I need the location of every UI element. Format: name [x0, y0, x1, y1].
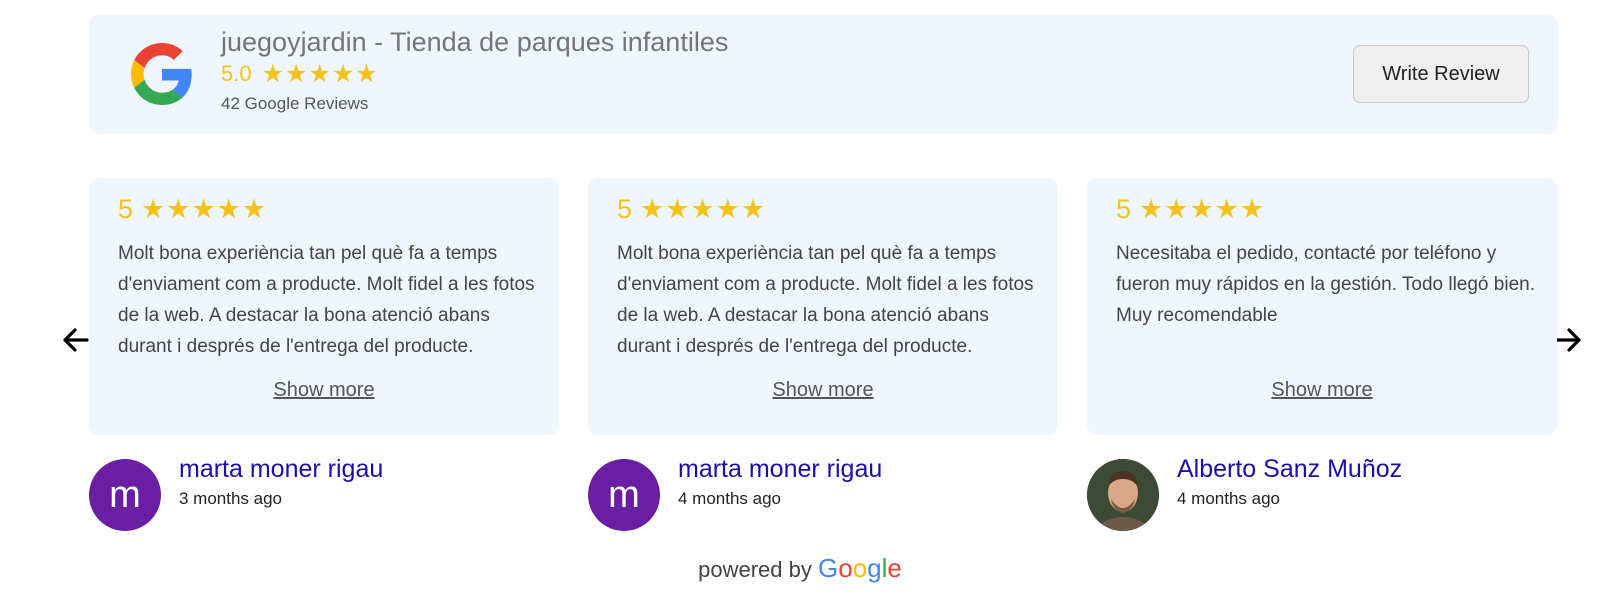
review-rating-value: 5	[1116, 194, 1132, 224]
google-wordmark: Google	[818, 553, 902, 583]
author-name-link[interactable]: marta moner rigau	[678, 455, 882, 484]
review-date: 4 months ago	[678, 489, 782, 508]
review-date: 4 months ago	[1177, 489, 1281, 508]
review-rating: 5 ★★★★★	[118, 194, 267, 225]
review-text: Necesitaba el pedido, contacté por teléf…	[1116, 243, 1535, 326]
show-more-link[interactable]: Show more	[89, 379, 559, 402]
google-letter: e	[887, 553, 902, 583]
powered-by-google: powered by Google	[0, 553, 1600, 584]
powered-by-text: powered by	[698, 557, 812, 582]
carousel-prev-button[interactable]	[57, 322, 93, 358]
overall-rating: 5.0 ★★★★★	[221, 61, 379, 87]
review-author: m marta moner rigau 3 months ago	[89, 455, 559, 533]
arrow-left-icon	[63, 328, 89, 352]
arrow-right-icon	[1555, 328, 1581, 352]
review-card: 5 ★★★★★ Necesitaba el pedido, contacté p…	[1087, 178, 1557, 435]
google-letter: o	[838, 553, 853, 583]
google-letter: G	[817, 553, 839, 583]
avatar: m	[588, 459, 660, 531]
review-rating-value: 5	[617, 194, 633, 224]
rating-value: 5.0	[221, 61, 252, 86]
review-author: m marta moner rigau 4 months ago	[588, 455, 1058, 533]
review-author: Alberto Sanz Muñoz 4 months ago	[1087, 455, 1557, 533]
business-name: juegoyjardin - Tienda de parques infanti…	[221, 27, 729, 57]
review-rating: 5 ★★★★★	[1116, 194, 1265, 225]
google-letter: g	[867, 553, 882, 583]
review-text: Molt bona experiència tan pel què fa a t…	[118, 243, 535, 357]
review-stars: ★★★★★	[141, 194, 268, 224]
review-card: 5 ★★★★★ Molt bona experiència tan pel qu…	[89, 178, 559, 435]
author-name-link[interactable]: marta moner rigau	[179, 455, 383, 484]
show-more-link[interactable]: Show more	[588, 379, 1058, 402]
business-header: juegoyjardin - Tienda de parques infanti…	[89, 15, 1558, 134]
google-letter: o	[852, 553, 868, 583]
google-g-icon	[131, 43, 192, 105]
review-card: 5 ★★★★★ Molt bona experiència tan pel qu…	[588, 178, 1058, 435]
review-count: 42 Google Reviews	[221, 94, 369, 113]
review-rating-value: 5	[118, 194, 134, 224]
rating-stars: ★★★★★	[261, 59, 379, 88]
review-date: 3 months ago	[179, 489, 283, 508]
person-photo-icon	[1087, 459, 1159, 531]
review-stars: ★★★★★	[640, 194, 767, 224]
review-rating: 5 ★★★★★	[617, 194, 766, 225]
review-stars: ★★★★★	[1139, 194, 1266, 224]
write-review-button[interactable]: Write Review	[1353, 45, 1529, 103]
show-more-link[interactable]: Show more	[1087, 379, 1557, 402]
avatar-photo	[1087, 459, 1159, 531]
review-text: Molt bona experiència tan pel què fa a t…	[617, 243, 1034, 357]
author-name-link[interactable]: Alberto Sanz Muñoz	[1177, 455, 1402, 484]
avatar: m	[89, 459, 161, 531]
